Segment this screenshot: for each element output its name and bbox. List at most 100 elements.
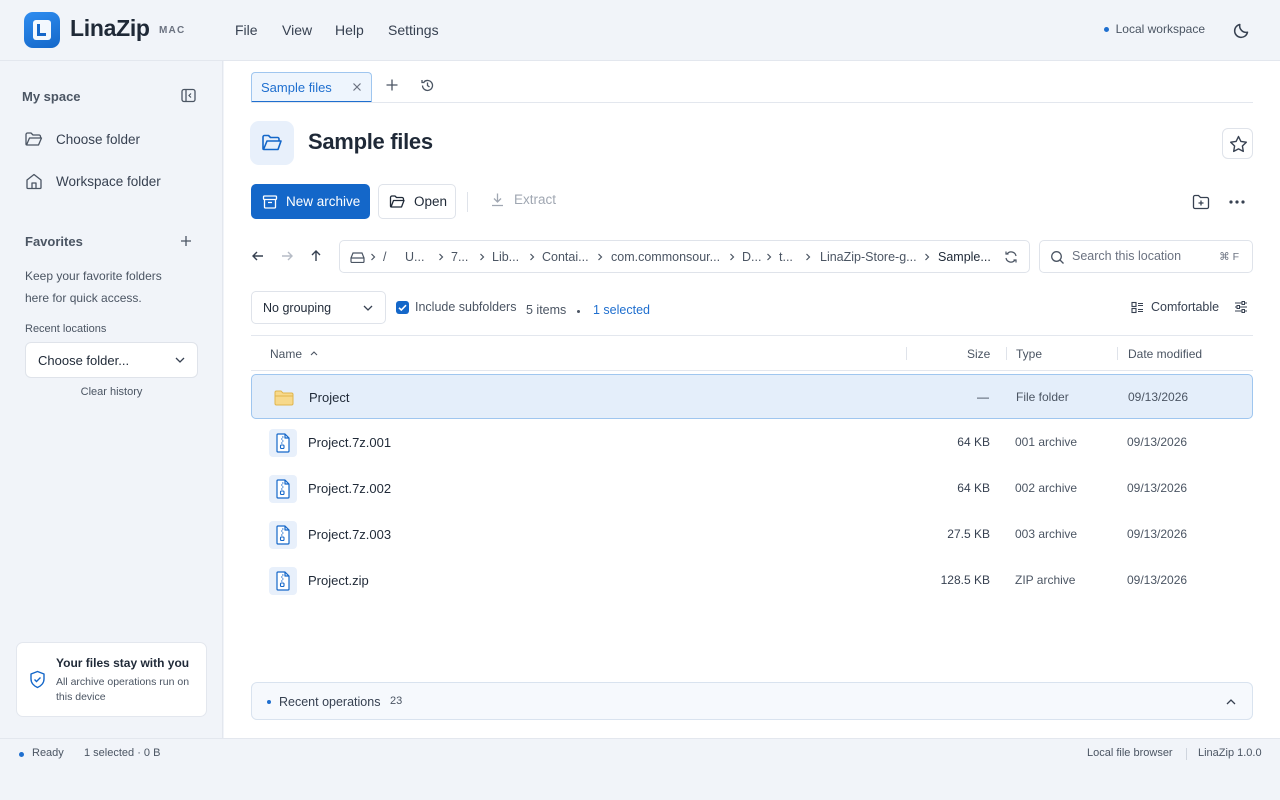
menu-help[interactable]: Help — [335, 22, 364, 38]
new-archive-button[interactable]: New archive — [251, 184, 370, 219]
file-name: Project — [309, 390, 350, 405]
breadcrumb-item[interactable]: Lib... — [492, 250, 519, 264]
file-type: 003 archive — [1015, 527, 1078, 541]
tab-sample-files[interactable]: Sample files — [251, 72, 372, 103]
table-row[interactable]: Project — File folder 09/13/2026 — [251, 374, 1253, 419]
search-icon — [1051, 251, 1064, 264]
breadcrumb-item[interactable]: 7... — [451, 250, 468, 264]
column-settings-button[interactable] — [1234, 300, 1248, 314]
status-divider — [1186, 748, 1187, 760]
selected-count[interactable]: 1 selected — [593, 303, 650, 317]
open-button[interactable]: Open — [378, 184, 456, 219]
more-options-button[interactable] — [1228, 195, 1246, 209]
menu-settings[interactable]: Settings — [388, 22, 439, 38]
up-button[interactable] — [308, 248, 324, 264]
recent-locations-label: Recent locations — [25, 323, 107, 335]
workspace-indicator: Local workspace — [1103, 22, 1205, 36]
sidebar-item-label: Workspace folder — [56, 173, 161, 189]
file-name: Project.zip — [308, 573, 369, 588]
chevron-right-icon — [806, 253, 811, 261]
chevron-right-icon — [530, 253, 535, 261]
new-tab-button[interactable] — [385, 78, 399, 92]
theme-toggle-button[interactable] — [1231, 19, 1253, 41]
menu-view[interactable]: View — [282, 22, 312, 38]
file-type: File folder — [1016, 390, 1069, 404]
column-divider[interactable] — [1006, 347, 1007, 360]
open-label: Open — [414, 194, 448, 209]
add-favorite-button[interactable] — [179, 234, 193, 248]
menu-file[interactable]: File — [235, 22, 258, 38]
tab-history-button[interactable] — [420, 78, 435, 93]
more-horizontal-icon — [1229, 200, 1245, 204]
breadcrumb-item[interactable]: t... — [779, 250, 793, 264]
breadcrumb-item[interactable]: Contai... — [542, 250, 589, 264]
new-folder-button[interactable] — [1192, 193, 1210, 211]
folder-plus-icon — [1192, 194, 1210, 210]
breadcrumb-item[interactable]: com.commonsour... — [611, 250, 720, 264]
column-divider[interactable] — [1117, 347, 1118, 360]
file-date: 09/13/2026 — [1127, 527, 1188, 541]
column-name-header[interactable]: Name — [270, 347, 302, 361]
page-title: Sample files — [308, 129, 433, 154]
shield-check-icon — [28, 670, 47, 689]
extract-button[interactable]: Extract — [490, 192, 556, 207]
table-row[interactable]: Project.7z.002 64 KB 002 archive 09/13/2… — [251, 466, 1253, 511]
table-row[interactable]: Project.7z.001 64 KB 001 archive 09/13/2… — [251, 420, 1253, 465]
breadcrumb-current[interactable]: Sample... — [938, 250, 991, 264]
breadcrumb-item[interactable]: LinaZip-Store-g... — [820, 250, 917, 264]
file-size: 27.5 KB — [947, 527, 990, 541]
file-date: 09/13/2026 — [1127, 573, 1188, 587]
breadcrumb-item[interactable]: / — [383, 250, 386, 264]
chevron-right-icon — [598, 253, 603, 261]
collapse-sidebar-icon[interactable] — [181, 88, 196, 103]
main-panel: Sample files Sample files New archive Op… — [224, 61, 1280, 738]
folder-open-icon — [389, 195, 405, 208]
sidebar-item-workspace-folder[interactable]: Workspace folder — [24, 170, 161, 192]
include-subfolders-checkbox[interactable]: Include subfolders — [396, 300, 516, 314]
sort-ascending-icon — [310, 351, 318, 356]
sidebar-item-choose-folder[interactable]: Choose folder — [24, 128, 140, 150]
column-date-header[interactable]: Date modified — [1128, 347, 1202, 361]
folder-open-icon — [25, 132, 43, 146]
chevron-right-icon — [480, 253, 485, 261]
file-name: Project.7z.001 — [308, 435, 392, 450]
file-size: 64 KB — [957, 435, 990, 449]
archive-file-icon — [269, 475, 297, 503]
back-button[interactable] — [250, 248, 266, 264]
breadcrumb-item[interactable]: U... — [405, 250, 424, 264]
refresh-button[interactable] — [1004, 250, 1018, 264]
extract-label: Extract — [514, 192, 557, 207]
new-archive-label: New archive — [286, 194, 361, 209]
recent-locations-select[interactable]: Choose folder... — [25, 342, 198, 378]
archive-file-icon — [269, 429, 297, 457]
favorite-button[interactable] — [1222, 128, 1253, 159]
search-input[interactable] — [1072, 249, 1212, 263]
chevron-up-icon[interactable] — [1225, 696, 1237, 708]
close-tab-icon[interactable] — [352, 82, 362, 92]
column-divider[interactable] — [906, 347, 907, 360]
home-icon — [26, 173, 42, 190]
arrow-right-icon — [282, 251, 293, 261]
file-name: Project.7z.002 — [308, 481, 392, 496]
chevron-right-icon — [767, 253, 772, 261]
clear-history-link[interactable]: Clear history — [0, 386, 223, 398]
column-size-header[interactable]: Size — [967, 347, 990, 361]
table-row[interactable]: Project.7z.003 27.5 KB 003 archive 09/13… — [251, 512, 1253, 557]
recent-operations-panel[interactable]: Recent operations 23 — [251, 682, 1253, 720]
table-row[interactable]: Project.zip 128.5 KB ZIP archive 09/13/2… — [251, 558, 1253, 603]
list-view-icon — [1131, 301, 1143, 313]
breadcrumb-item[interactable]: D... — [742, 250, 761, 264]
recent-operations-count: 23 — [390, 695, 403, 707]
location-folder-icon — [250, 121, 294, 165]
download-icon — [492, 193, 503, 207]
forward-button[interactable] — [279, 248, 295, 264]
search-shortcut: ⌘ F — [1219, 251, 1239, 263]
plus-icon — [181, 236, 191, 246]
column-type-header[interactable]: Type — [1016, 347, 1042, 361]
search-box: ⌘ F — [1039, 240, 1253, 273]
privacy-text: All archive operations run on this devic… — [56, 676, 190, 703]
include-subfolders-label: Include subfolders — [415, 300, 517, 314]
grouping-select[interactable]: No grouping — [251, 291, 386, 324]
privacy-card: Your files stay with you All archive ope… — [16, 642, 207, 717]
density-toggle[interactable]: Comfortable — [1131, 300, 1219, 314]
